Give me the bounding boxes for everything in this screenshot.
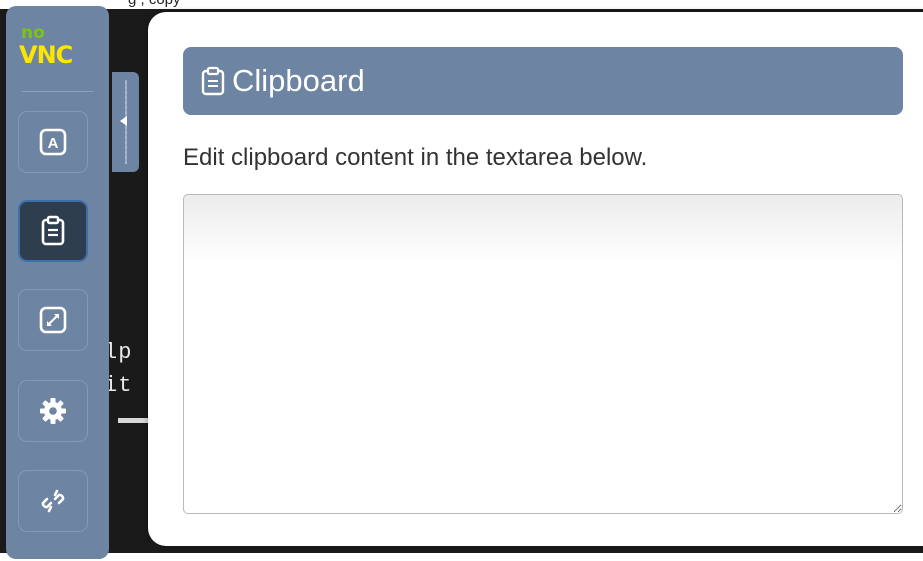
- broken-link-icon: [38, 486, 68, 516]
- clipboard-panel-header: Clipboard: [183, 47, 903, 115]
- novnc-logo: no VNC: [19, 25, 89, 73]
- gear-icon: [38, 396, 68, 426]
- clipboard-icon: [200, 66, 226, 96]
- disconnect-button[interactable]: [18, 470, 88, 532]
- logo-no-text: no: [21, 23, 45, 43]
- partial-page-text: g , copy: [128, 0, 181, 8]
- logo-divider: [22, 91, 94, 92]
- clipboard-icon: [38, 215, 68, 247]
- extra-keys-button[interactable]: A: [18, 111, 88, 173]
- novnc-control-bar: no VNC A: [6, 6, 109, 559]
- clipboard-panel: Clipboard Edit clipboard content in the …: [148, 12, 923, 546]
- svg-text:A: A: [48, 135, 59, 152]
- settings-button[interactable]: [18, 380, 88, 442]
- panel-title: Clipboard: [232, 63, 365, 98]
- browser-top-strip: g , copy: [0, 0, 923, 9]
- logo-vnc-text: VNC: [19, 41, 73, 69]
- fullscreen-button[interactable]: [18, 289, 88, 351]
- clipboard-button[interactable]: [18, 200, 88, 262]
- keyboard-a-icon: A: [38, 127, 68, 157]
- page-bottom-edge: [0, 553, 923, 561]
- collapse-arrow-icon: [120, 116, 127, 126]
- clipboard-textarea[interactable]: [183, 194, 903, 514]
- fullscreen-icon: [38, 305, 68, 335]
- panel-description: Edit clipboard content in the textarea b…: [183, 144, 648, 171]
- control-bar-handle[interactable]: [112, 72, 139, 172]
